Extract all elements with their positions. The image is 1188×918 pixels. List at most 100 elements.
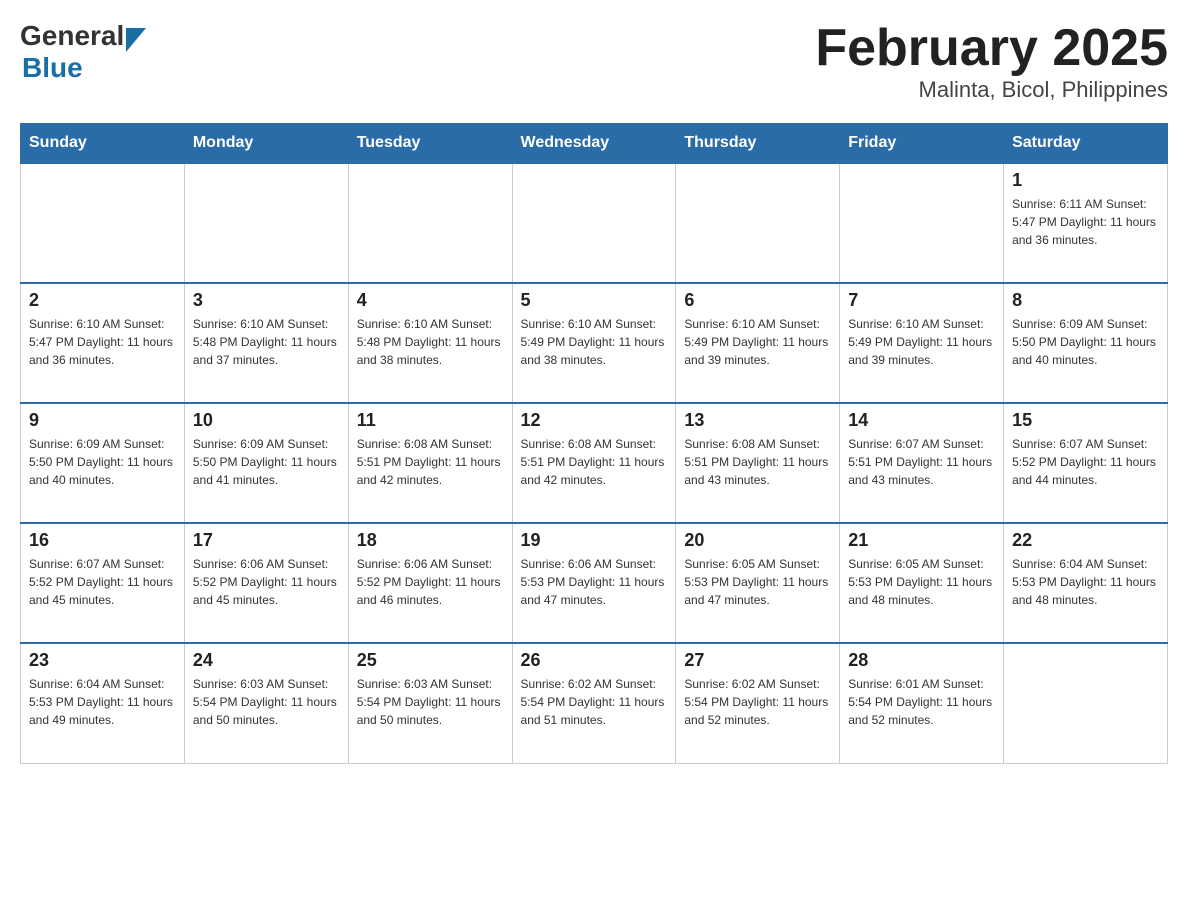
header-monday: Monday [184, 124, 348, 164]
table-row: 19 Sunrise: 6:06 AM Sunset: 5:53 PM Dayli… [512, 523, 676, 643]
day-info: Sunrise: 6:08 AM Sunset: 5:51 PM Dayligh… [357, 435, 504, 489]
day-number: 7 [848, 290, 995, 311]
day-info: Sunrise: 6:11 AM Sunset: 5:47 PM Dayligh… [1012, 195, 1159, 249]
logo: General Blue [20, 20, 146, 84]
day-info: Sunrise: 6:02 AM Sunset: 5:54 PM Dayligh… [521, 675, 668, 729]
day-number: 23 [29, 650, 176, 671]
calendar-week-row: 9 Sunrise: 6:09 AM Sunset: 5:50 PM Daylig… [21, 403, 1168, 523]
day-info: Sunrise: 6:10 AM Sunset: 5:49 PM Dayligh… [521, 315, 668, 369]
day-number: 16 [29, 530, 176, 551]
day-info: Sunrise: 6:07 AM Sunset: 5:51 PM Dayligh… [848, 435, 995, 489]
day-info: Sunrise: 6:08 AM Sunset: 5:51 PM Dayligh… [521, 435, 668, 489]
header-tuesday: Tuesday [348, 124, 512, 164]
table-row: 1Sunrise: 6:11 AM Sunset: 5:47 PM Daylig… [1004, 163, 1168, 283]
day-number: 9 [29, 410, 176, 431]
calendar-table: Sunday Monday Tuesday Wednesday Thursday… [20, 123, 1168, 764]
day-number: 19 [521, 530, 668, 551]
day-number: 12 [521, 410, 668, 431]
day-number: 6 [684, 290, 831, 311]
table-row: 18 Sunrise: 6:06 AM Sunset: 5:52 PM Dayli… [348, 523, 512, 643]
table-row [184, 163, 348, 283]
day-number: 18 [357, 530, 504, 551]
table-row: 20 Sunrise: 6:05 AM Sunset: 5:53 PM Dayli… [676, 523, 840, 643]
table-row: 8 Sunrise: 6:09 AM Sunset: 5:50 PM Daylig… [1004, 283, 1168, 403]
table-row: 5Sunrise: 6:10 AM Sunset: 5:49 PM Daylig… [512, 283, 676, 403]
table-row: 15Sunrise: 6:07 AM Sunset: 5:52 PM Dayli… [1004, 403, 1168, 523]
table-row: 11Sunrise: 6:08 AM Sunset: 5:51 PM Dayli… [348, 403, 512, 523]
calendar-week-row: 23Sunrise: 6:04 AM Sunset: 5:53 PM Dayli… [21, 643, 1168, 763]
day-info: Sunrise: 6:02 AM Sunset: 5:54 PM Dayligh… [684, 675, 831, 729]
day-info: Sunrise: 6:01 AM Sunset: 5:54 PM Dayligh… [848, 675, 995, 729]
table-row: 9 Sunrise: 6:09 AM Sunset: 5:50 PM Daylig… [21, 403, 185, 523]
day-number: 10 [193, 410, 340, 431]
table-row: 22 Sunrise: 6:04 AM Sunset: 5:53 PM Dayli… [1004, 523, 1168, 643]
day-info: Sunrise: 6:04 AM Sunset: 5:53 PM Dayligh… [1012, 555, 1159, 609]
table-row [840, 163, 1004, 283]
table-row: 4 Sunrise: 6:10 AM Sunset: 5:48 PM Daylig… [348, 283, 512, 403]
header-sunday: Sunday [21, 124, 185, 164]
day-info: Sunrise: 6:06 AM Sunset: 5:53 PM Dayligh… [521, 555, 668, 609]
table-row: 23Sunrise: 6:04 AM Sunset: 5:53 PM Dayli… [21, 643, 185, 763]
calendar-header-row: Sunday Monday Tuesday Wednesday Thursday… [21, 124, 1168, 164]
calendar-subtitle: Malinta, Bicol, Philippines [815, 77, 1168, 103]
header-friday: Friday [840, 124, 1004, 164]
table-row: 16Sunrise: 6:07 AM Sunset: 5:52 PM Dayli… [21, 523, 185, 643]
day-number: 3 [193, 290, 340, 311]
day-number: 26 [521, 650, 668, 671]
day-number: 2 [29, 290, 176, 311]
table-row: 12 Sunrise: 6:08 AM Sunset: 5:51 PM Dayli… [512, 403, 676, 523]
table-row [1004, 643, 1168, 763]
calendar-week-row: 2 Sunrise: 6:10 AM Sunset: 5:47 PM Daylig… [21, 283, 1168, 403]
day-info: Sunrise: 6:05 AM Sunset: 5:53 PM Dayligh… [684, 555, 831, 609]
day-info: Sunrise: 6:09 AM Sunset: 5:50 PM Dayligh… [193, 435, 340, 489]
table-row [348, 163, 512, 283]
day-number: 14 [848, 410, 995, 431]
day-info: Sunrise: 6:06 AM Sunset: 5:52 PM Dayligh… [357, 555, 504, 609]
day-info: Sunrise: 6:03 AM Sunset: 5:54 PM Dayligh… [357, 675, 504, 729]
day-number: 17 [193, 530, 340, 551]
day-info: Sunrise: 6:10 AM Sunset: 5:48 PM Dayligh… [357, 315, 504, 369]
title-block: February 2025 Malinta, Bicol, Philippine… [815, 20, 1168, 103]
logo-blue-text: Blue [22, 52, 83, 84]
table-row: 17 Sunrise: 6:06 AM Sunset: 5:52 PM Dayli… [184, 523, 348, 643]
table-row: 28 Sunrise: 6:01 AM Sunset: 5:54 PM Dayli… [840, 643, 1004, 763]
table-row: 3Sunrise: 6:10 AM Sunset: 5:48 PM Daylig… [184, 283, 348, 403]
logo-general-text: General [20, 20, 124, 52]
table-row: 21Sunrise: 6:05 AM Sunset: 5:53 PM Dayli… [840, 523, 1004, 643]
table-row: 6 Sunrise: 6:10 AM Sunset: 5:49 PM Daylig… [676, 283, 840, 403]
day-info: Sunrise: 6:09 AM Sunset: 5:50 PM Dayligh… [1012, 315, 1159, 369]
day-number: 20 [684, 530, 831, 551]
day-info: Sunrise: 6:09 AM Sunset: 5:50 PM Dayligh… [29, 435, 176, 489]
day-number: 22 [1012, 530, 1159, 551]
calendar-week-row: 1Sunrise: 6:11 AM Sunset: 5:47 PM Daylig… [21, 163, 1168, 283]
page-header: General Blue February 2025 Malinta, Bico… [20, 20, 1168, 103]
header-wednesday: Wednesday [512, 124, 676, 164]
day-info: Sunrise: 6:03 AM Sunset: 5:54 PM Dayligh… [193, 675, 340, 729]
table-row: 7 Sunrise: 6:10 AM Sunset: 5:49 PM Daylig… [840, 283, 1004, 403]
day-number: 28 [848, 650, 995, 671]
day-number: 15 [1012, 410, 1159, 431]
calendar-week-row: 16Sunrise: 6:07 AM Sunset: 5:52 PM Dayli… [21, 523, 1168, 643]
logo-triangle-icon [126, 28, 146, 52]
table-row: 26 Sunrise: 6:02 AM Sunset: 5:54 PM Dayli… [512, 643, 676, 763]
table-row: 24 Sunrise: 6:03 AM Sunset: 5:54 PM Dayli… [184, 643, 348, 763]
table-row: 10 Sunrise: 6:09 AM Sunset: 5:50 PM Dayli… [184, 403, 348, 523]
table-row [21, 163, 185, 283]
day-info: Sunrise: 6:10 AM Sunset: 5:49 PM Dayligh… [848, 315, 995, 369]
day-info: Sunrise: 6:08 AM Sunset: 5:51 PM Dayligh… [684, 435, 831, 489]
day-info: Sunrise: 6:06 AM Sunset: 5:52 PM Dayligh… [193, 555, 340, 609]
day-number: 4 [357, 290, 504, 311]
header-thursday: Thursday [676, 124, 840, 164]
table-row: 2 Sunrise: 6:10 AM Sunset: 5:47 PM Daylig… [21, 283, 185, 403]
day-number: 24 [193, 650, 340, 671]
day-info: Sunrise: 6:10 AM Sunset: 5:47 PM Dayligh… [29, 315, 176, 369]
table-row: 27Sunrise: 6:02 AM Sunset: 5:54 PM Dayli… [676, 643, 840, 763]
table-row: 13Sunrise: 6:08 AM Sunset: 5:51 PM Dayli… [676, 403, 840, 523]
day-info: Sunrise: 6:05 AM Sunset: 5:53 PM Dayligh… [848, 555, 995, 609]
day-info: Sunrise: 6:10 AM Sunset: 5:49 PM Dayligh… [684, 315, 831, 369]
table-row [676, 163, 840, 283]
day-number: 8 [1012, 290, 1159, 311]
table-row: 25 Sunrise: 6:03 AM Sunset: 5:54 PM Dayli… [348, 643, 512, 763]
day-number: 25 [357, 650, 504, 671]
table-row: 14 Sunrise: 6:07 AM Sunset: 5:51 PM Dayli… [840, 403, 1004, 523]
